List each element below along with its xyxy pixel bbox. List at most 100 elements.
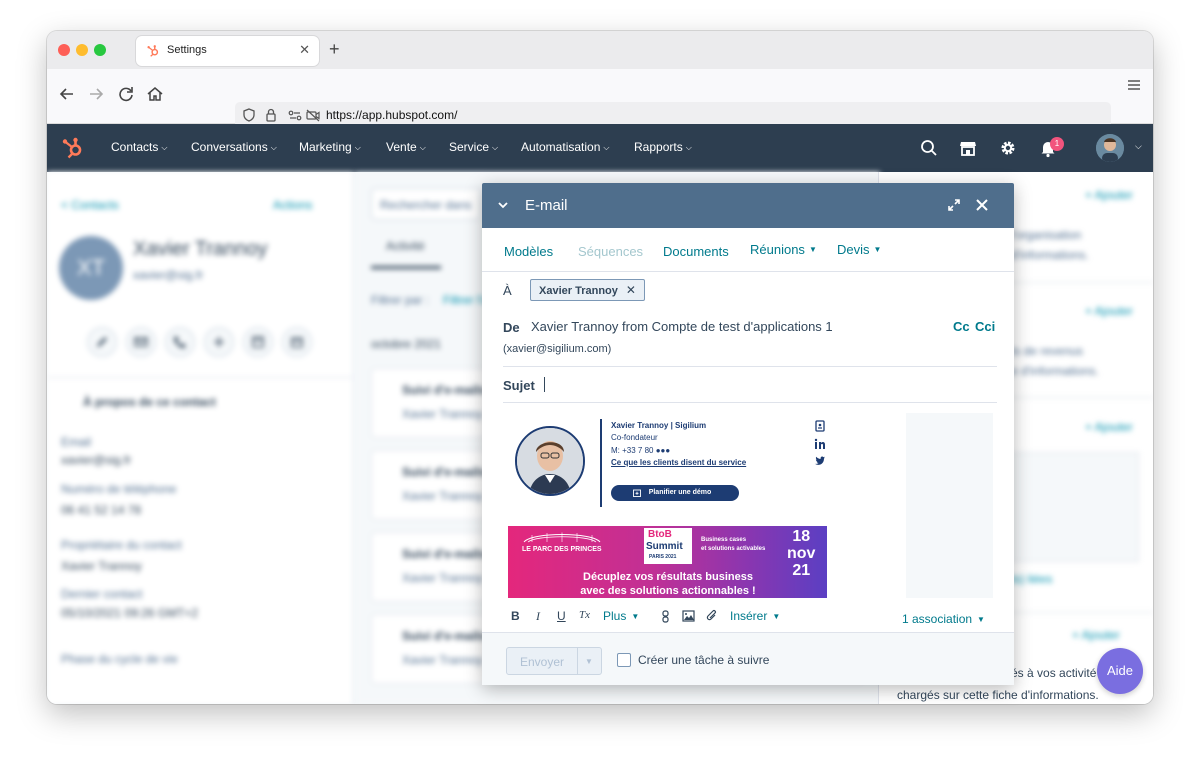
follow-up-task-label[interactable]: Créer une tâche à suivre — [638, 653, 769, 667]
call-action-button[interactable] — [165, 327, 195, 357]
gear-icon[interactable] — [998, 138, 1018, 158]
twitter-icon[interactable] — [814, 455, 826, 467]
lock-icon[interactable] — [263, 107, 279, 123]
search-icon[interactable] — [919, 138, 939, 158]
note-action-button[interactable] — [87, 327, 117, 357]
maximize-window-button[interactable] — [94, 44, 106, 56]
actions-menu[interactable]: Actions — [273, 198, 312, 212]
hubspot-header: Contacts ⌵ Conversations ⌵ Marketing ⌵ Vent… — [47, 124, 1153, 172]
account-chevron-down-icon[interactable]: ⌵ — [1135, 141, 1142, 152]
remove-recipient-icon[interactable]: ✕ — [626, 283, 636, 297]
meeting-action-button[interactable] — [282, 327, 312, 357]
linked-items-link[interactable]: ts) liées — [1011, 572, 1052, 586]
paperclip-icon[interactable] — [706, 609, 718, 623]
tab-templates[interactable]: Modèles — [504, 244, 553, 259]
insert-menu[interactable]: Insérer ▼ — [730, 609, 780, 623]
email-body-editor[interactable]: Xavier Trannoy | Sigilium Co-fondateur M… — [506, 413, 993, 598]
nav-vente[interactable]: Vente ⌵ — [386, 140, 426, 154]
signature-demo-button[interactable]: Planifier une démo — [611, 485, 739, 501]
add-deal-link[interactable]: + Ajouter — [1085, 304, 1133, 318]
close-window-button[interactable] — [58, 44, 70, 56]
vcard-icon[interactable] — [814, 420, 826, 432]
tab-close-icon[interactable]: ✕ — [299, 42, 310, 58]
notification-count-badge: 1 — [1050, 137, 1064, 151]
underline-button[interactable]: U — [557, 609, 566, 623]
image-icon[interactable] — [682, 610, 695, 622]
tab-meetings[interactable]: Réunions ▼ — [750, 242, 817, 257]
nav-automatisation[interactable]: Automatisation ⌵ — [521, 140, 609, 154]
add-ticket-link[interactable]: + Ajouter — [1085, 420, 1133, 434]
recipient-chip[interactable]: Xavier Trannoy ✕ — [530, 279, 645, 301]
back-to-contacts-link[interactable]: < Contacts — [61, 198, 119, 212]
banner-cases-line: Business cases — [701, 537, 747, 543]
from-sender[interactable]: Xavier Trannoy from Compte de test d'app… — [531, 319, 833, 334]
marketplace-icon[interactable] — [958, 138, 978, 158]
camera-blocked-icon[interactable] — [305, 107, 321, 123]
timeline-search-input[interactable]: Rechercher dans — [371, 188, 481, 220]
link-icon[interactable] — [660, 610, 671, 623]
hamburger-menu-icon[interactable] — [1127, 79, 1141, 91]
tab-activity[interactable]: Activité — [386, 239, 425, 253]
new-tab-button[interactable]: + — [329, 39, 340, 60]
add-company-link[interactable]: + Ajouter — [1085, 188, 1133, 202]
collapse-chevron-icon[interactable] — [497, 199, 509, 211]
expand-icon[interactable] — [947, 198, 961, 212]
follow-up-task-checkbox[interactable] — [617, 653, 631, 667]
tab-documents[interactable]: Documents — [663, 244, 729, 259]
attachments-hint-line: chargés sur cette fiche d'informations. — [897, 688, 1099, 702]
linkedin-icon[interactable] — [814, 438, 826, 450]
banner-cases-line: et solutions activables — [701, 546, 766, 552]
log-action-button[interactable] — [243, 327, 273, 357]
chevron-down-icon: ⌵ — [354, 143, 361, 152]
permissions-icon[interactable] — [287, 107, 303, 123]
banner-summit: Summit — [646, 541, 683, 552]
bold-button[interactable]: B — [511, 609, 520, 623]
nav-label: Marketing — [299, 140, 352, 154]
add-attachment-link[interactable]: + Ajouter — [1072, 628, 1120, 642]
event-banner[interactable]: LE PARC DES PRINCES BtoB Summit PARIS 20… — [508, 526, 827, 598]
minimize-window-button[interactable] — [76, 44, 88, 56]
shield-icon[interactable] — [241, 107, 257, 123]
close-icon[interactable] — [975, 198, 989, 212]
nav-marketing[interactable]: Marketing ⌵ — [299, 140, 361, 154]
browser-tab-settings[interactable]: Settings ✕ — [136, 36, 319, 66]
forward-arrow-icon[interactable] — [85, 83, 107, 105]
clear-format-button[interactable]: Tx — [579, 609, 590, 621]
card-title: Suivi d'e-mails — [402, 383, 486, 397]
last-contact-value: 05/10/2021 09:26 GMT+2 — [61, 606, 199, 620]
owner-label: Propriétaire du contact — [61, 538, 182, 552]
about-section-title[interactable]: À propos de ce contact — [83, 395, 216, 409]
signature-testimonials-link[interactable]: Ce que les clients disent du service — [611, 458, 746, 467]
email-value[interactable]: xavier@sig.fr — [61, 453, 131, 467]
reload-icon[interactable] — [115, 83, 137, 105]
send-options-chevron-icon[interactable]: ▼ — [585, 657, 593, 666]
empty-state-box — [1011, 452, 1139, 562]
nav-service[interactable]: Service ⌵ — [449, 140, 498, 154]
nav-rapports[interactable]: Rapports ⌵ — [634, 140, 692, 154]
tab-quotes[interactable]: Devis ▼ — [837, 242, 881, 257]
email-composer-footer: Envoyer ▼ Créer une tâche à suivre — [482, 632, 1014, 685]
email-label: Email — [61, 435, 92, 449]
owner-value[interactable]: Xavier Trannoy — [61, 559, 142, 573]
italic-button[interactable]: I — [536, 609, 540, 624]
bcc-link[interactable]: Cci — [975, 319, 995, 334]
user-avatar[interactable] — [1096, 134, 1124, 162]
send-button[interactable]: Envoyer ▼ — [506, 647, 602, 675]
help-button[interactable]: Aide — [1097, 648, 1143, 694]
nav-contacts[interactable]: Contacts ⌵ — [111, 140, 167, 154]
add-action-button[interactable] — [204, 327, 234, 357]
home-icon[interactable] — [144, 83, 166, 105]
phone-value[interactable]: 06 41 52 14 78 — [61, 503, 141, 517]
lifecycle-label: Phase du cycle de vie — [61, 652, 178, 666]
subject-input[interactable] — [540, 373, 996, 397]
nav-conversations[interactable]: Conversations ⌵ — [191, 140, 277, 154]
more-format-menu[interactable]: Plus ▼ — [603, 609, 639, 623]
signature-photo — [515, 426, 585, 496]
back-arrow-icon[interactable] — [56, 83, 78, 105]
email-action-button[interactable] — [126, 327, 156, 357]
association-menu[interactable]: 1 association ▼ — [902, 612, 985, 626]
tab-sequences[interactable]: Séquences — [578, 244, 643, 259]
url-text[interactable]: https://app.hubspot.com/ — [326, 108, 457, 122]
cc-link[interactable]: Cc — [953, 319, 970, 334]
hubspot-logo-icon[interactable] — [61, 136, 85, 160]
